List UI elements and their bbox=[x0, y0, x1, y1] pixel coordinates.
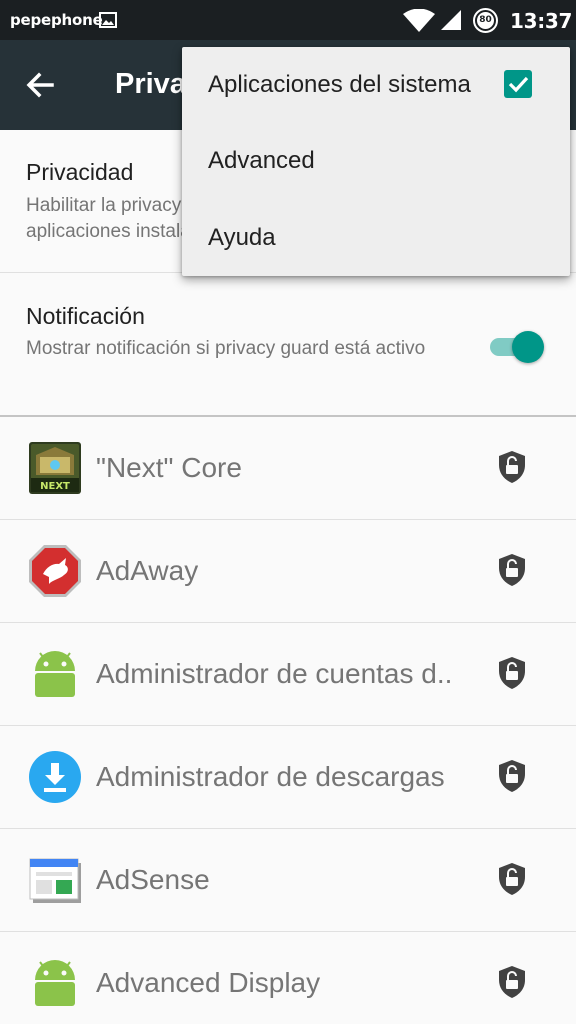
menu-item-help[interactable]: Ayuda bbox=[182, 200, 570, 276]
carrier-name: pepephone bbox=[10, 11, 103, 29]
image-notification-icon bbox=[99, 12, 117, 28]
app-name: "Next" Core bbox=[96, 452, 242, 483]
pref-title: Notificación bbox=[26, 303, 145, 329]
next-icon-text: NEXT bbox=[40, 481, 70, 492]
shield-lock-icon[interactable] bbox=[497, 862, 527, 896]
android-icon bbox=[35, 960, 75, 1006]
app-row[interactable]: Administrador de descargas bbox=[0, 726, 576, 829]
android-icon bbox=[35, 651, 75, 697]
battery-icon: 80 bbox=[473, 8, 498, 33]
clock: 13:37 bbox=[510, 9, 573, 33]
menu-item-system-apps[interactable]: Aplicaciones del sistema bbox=[182, 47, 570, 123]
shield-lock-icon[interactable] bbox=[497, 450, 527, 484]
app-name: AdAway bbox=[96, 555, 199, 586]
pref-title: Privacidad bbox=[26, 159, 134, 185]
app-row[interactable]: AdSense bbox=[0, 829, 576, 932]
menu-item-label: Ayuda bbox=[208, 224, 276, 251]
menu-item-label: Advanced bbox=[208, 147, 315, 174]
shield-lock-icon[interactable] bbox=[497, 759, 527, 793]
pref-summary: Mostrar notificación si privacy guard es… bbox=[26, 338, 426, 359]
download-manager-icon bbox=[29, 751, 81, 803]
battery-level: 80 bbox=[475, 10, 496, 31]
menu-item-label: Aplicaciones del sistema bbox=[208, 71, 471, 98]
adsense-icon bbox=[29, 858, 81, 903]
checkbox-checked-icon[interactable] bbox=[504, 70, 532, 98]
shield-lock-icon[interactable] bbox=[497, 965, 527, 999]
arrow-back-icon[interactable] bbox=[20, 65, 60, 105]
notification-toggle[interactable] bbox=[488, 330, 546, 363]
adaway-icon bbox=[29, 545, 81, 597]
app-name: AdSense bbox=[96, 864, 210, 895]
app-row[interactable]: Administrador de cuentas d.. bbox=[0, 623, 576, 726]
wifi-icon bbox=[403, 9, 435, 32]
toggle-thumb bbox=[512, 331, 544, 363]
shield-lock-icon[interactable] bbox=[497, 553, 527, 587]
app-name: Advanced Display bbox=[96, 967, 321, 998]
app-row[interactable]: NEXT "Next" Core bbox=[0, 417, 576, 520]
shield-lock-icon[interactable] bbox=[497, 656, 527, 690]
app-row[interactable]: Advanced Display bbox=[0, 932, 576, 1024]
overflow-menu: Aplicaciones del sistema Advanced Ayuda bbox=[182, 47, 570, 276]
menu-item-advanced[interactable]: Advanced bbox=[182, 123, 570, 199]
cell-signal-icon bbox=[441, 10, 461, 30]
app-name: Administrador de descargas bbox=[96, 761, 445, 792]
app-row[interactable]: AdAway bbox=[0, 520, 576, 623]
next-launcher-icon: NEXT bbox=[29, 442, 81, 494]
app-name: Administrador de cuentas d.. bbox=[96, 658, 453, 689]
status-bar: pepephone 80 13:37 bbox=[0, 0, 576, 40]
